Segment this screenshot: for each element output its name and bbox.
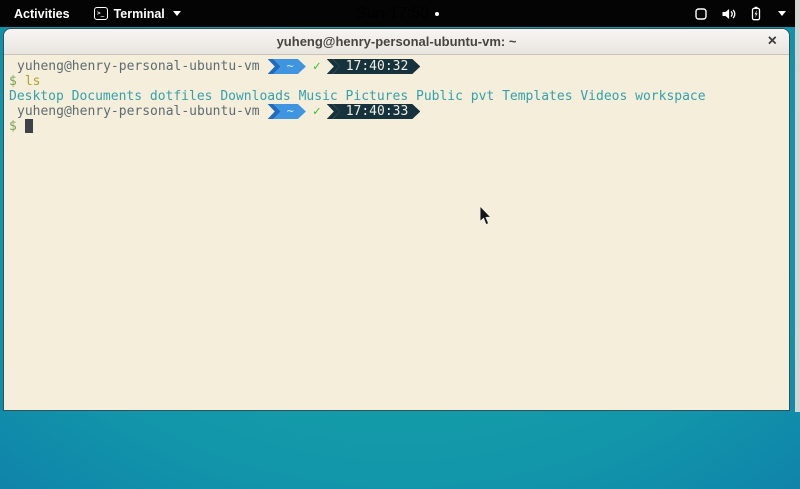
command-line-2: $: [9, 119, 789, 134]
status-check-icon: ✓: [306, 59, 327, 74]
prompt-symbol: $: [9, 119, 17, 134]
ls-output-line: Desktop Documents dotfiles Downloads Mus…: [9, 89, 789, 104]
terminal-app-icon: >_: [94, 7, 108, 20]
command-line-1: $ ls: [9, 74, 789, 89]
window-titlebar[interactable]: yuheng@henry-personal-ubuntu-vm: ~ ×: [4, 29, 789, 55]
window-title: yuheng@henry-personal-ubuntu-vm: ~: [277, 34, 517, 49]
prompt-user: yuheng@henry-personal-ubuntu-vm: [9, 59, 260, 74]
prompt-time-segment: 17:40:32: [333, 59, 421, 74]
terminal-cursor: [25, 119, 33, 133]
app-menu-label: Terminal: [114, 7, 165, 21]
prompt-time-segment: 17:40:33: [333, 104, 421, 119]
top-bar: Activities >_ Terminal: [0, 0, 795, 27]
terminal-window: yuheng@henry-personal-ubuntu-vm: ~ × yuh…: [3, 28, 790, 411]
command-text: ls: [25, 74, 41, 89]
prompt-line-1: yuheng@henry-personal-ubuntu-vm ~ ✓ 17:4…: [9, 59, 789, 74]
prompt-line-2: yuheng@henry-personal-ubuntu-vm ~ ✓ 17:4…: [9, 104, 789, 119]
system-menu-chevron-icon[interactable]: [778, 11, 786, 16]
terminal-screen[interactable]: yuheng@henry-personal-ubuntu-vm ~ ✓ 17:4…: [4, 55, 789, 410]
status-check-icon: ✓: [306, 104, 327, 119]
battery-charging-icon[interactable]: [749, 6, 763, 21]
close-button[interactable]: ×: [768, 33, 777, 49]
prompt-symbol: $: [9, 74, 17, 89]
screen-edge-strip: [795, 0, 800, 412]
mouse-pointer-icon: [479, 206, 492, 226]
chevron-down-icon: [173, 11, 181, 16]
system-status-area[interactable]: [694, 6, 786, 21]
volume-icon[interactable]: [721, 7, 736, 21]
activities-button[interactable]: Activities: [10, 5, 74, 23]
app-menu-button[interactable]: >_ Terminal: [94, 7, 181, 21]
prompt-user: yuheng@henry-personal-ubuntu-vm: [9, 104, 260, 119]
display-icon[interactable]: [694, 7, 708, 21]
